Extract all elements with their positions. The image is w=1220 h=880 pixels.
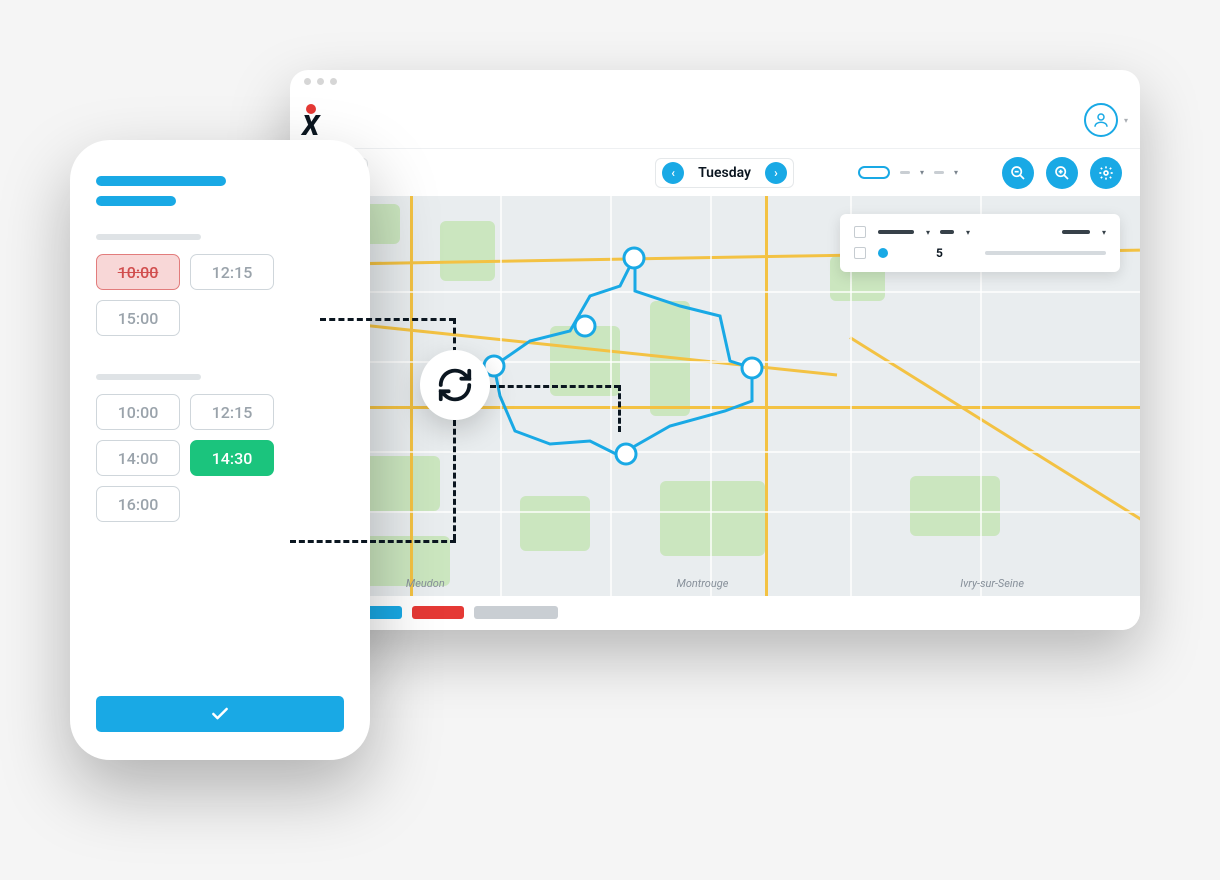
connector-line xyxy=(453,420,456,540)
timeslot[interactable]: 12:15 xyxy=(190,394,274,430)
zoom-in-button[interactable] xyxy=(1046,157,1078,189)
logo-x-icon: X xyxy=(302,116,319,136)
timeslot[interactable]: 14:00 xyxy=(96,440,180,476)
separator-icon xyxy=(934,171,944,174)
window-titlebar xyxy=(290,70,1140,92)
traffic-light xyxy=(317,78,324,85)
zoom-out-icon xyxy=(1010,165,1026,181)
check-icon xyxy=(210,704,230,724)
connector-line xyxy=(490,385,620,388)
connector-line xyxy=(320,318,455,321)
map-city-labels: Meudon Montrouge Ivry-sur-Seine xyxy=(290,577,1140,590)
settings-button[interactable] xyxy=(1090,157,1122,189)
reoptimize-badge[interactable] xyxy=(420,350,490,420)
connector-line xyxy=(453,318,456,353)
route-status-bars xyxy=(290,596,1140,630)
traffic-light xyxy=(330,78,337,85)
app-window: X ▾ ‹ Tuesday › ▾ ▾ xyxy=(290,70,1140,630)
legend-checkbox[interactable] xyxy=(854,226,866,238)
toolbar: ‹ Tuesday › ▾ ▾ xyxy=(290,148,1140,196)
map-legend: ▾ ▾ ▾ 5 xyxy=(840,214,1120,272)
map-view[interactable]: ▾ ▾ ▾ 5 Meudon Montrouge Ivry-sur-Seine xyxy=(290,196,1140,596)
caret-down-icon: ▾ xyxy=(1102,228,1106,237)
caret-down-icon: ▾ xyxy=(954,168,958,177)
connector-line xyxy=(290,540,456,543)
logo: X xyxy=(302,104,319,136)
mobile-heading xyxy=(96,176,344,206)
timeslot[interactable]: 16:00 xyxy=(96,486,180,522)
caret-down-icon: ▾ xyxy=(920,168,924,177)
timeslot-new[interactable]: 14:30 xyxy=(190,440,274,476)
separator-icon xyxy=(900,171,910,174)
traffic-light xyxy=(304,78,311,85)
status-segment xyxy=(412,606,464,619)
confirm-button[interactable] xyxy=(96,696,344,732)
day-navigator: ‹ Tuesday › xyxy=(655,158,794,188)
current-day-label: Tuesday xyxy=(698,165,751,181)
timeslot[interactable]: 10:00 xyxy=(96,394,180,430)
filter-pill[interactable] xyxy=(858,166,890,179)
mobile-mockup: 10:00 12:15 15:00 10:00 12:15 14:00 14:3… xyxy=(70,140,370,760)
next-day-button[interactable]: › xyxy=(765,162,787,184)
user-icon xyxy=(1092,111,1110,129)
route-color-dot xyxy=(878,248,888,258)
profile-button[interactable]: ▾ xyxy=(1084,103,1118,137)
caret-down-icon: ▾ xyxy=(1124,116,1128,125)
timeslot-removed[interactable]: 10:00 xyxy=(96,254,180,290)
timeslot[interactable]: 15:00 xyxy=(96,300,180,336)
zoom-out-button[interactable] xyxy=(1002,157,1034,189)
timeslot[interactable]: 12:15 xyxy=(190,254,274,290)
caret-down-icon: ▾ xyxy=(966,228,970,237)
filter-pill-group: ▾ ▾ xyxy=(858,166,958,179)
stop-count: 5 xyxy=(936,246,943,260)
app-header: X ▾ xyxy=(290,92,1140,148)
connector-line xyxy=(618,385,621,432)
caret-down-icon: ▾ xyxy=(926,228,930,237)
refresh-icon xyxy=(436,366,474,404)
zoom-in-icon xyxy=(1054,165,1070,181)
status-segment xyxy=(474,606,558,619)
prev-day-button[interactable]: ‹ xyxy=(662,162,684,184)
gear-icon xyxy=(1098,165,1114,181)
legend-checkbox[interactable] xyxy=(854,247,866,259)
